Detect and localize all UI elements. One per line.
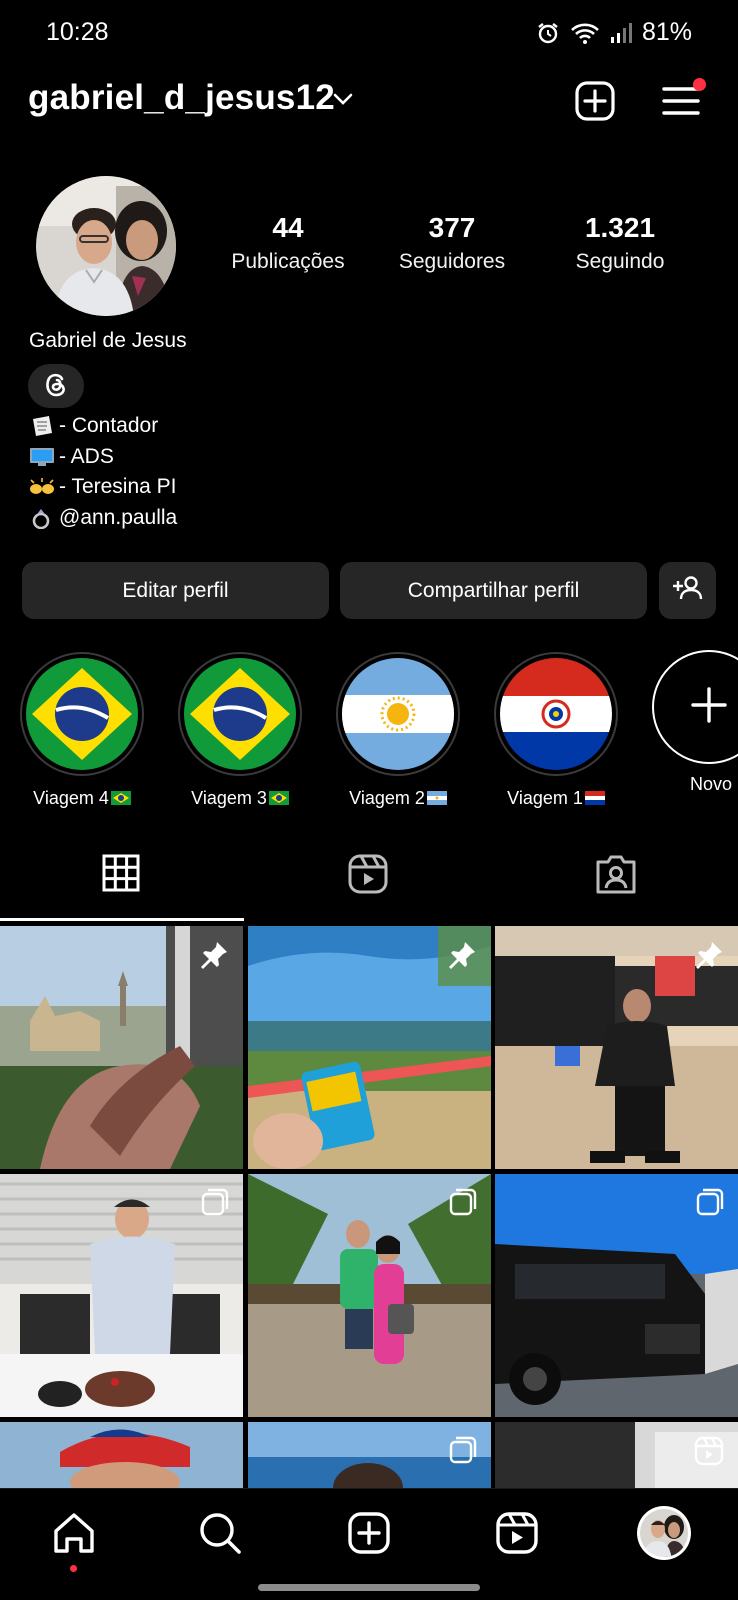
followers-count: 377 — [428, 212, 476, 243]
pin-icon — [199, 940, 229, 975]
profile-header: gabriel_d_jesus12 — [0, 72, 738, 128]
posts-label: Publicações — [231, 250, 345, 273]
highlight-label: Viagem 3 — [191, 788, 267, 808]
signal-icon — [610, 22, 632, 44]
receipt-emoji-icon — [29, 415, 55, 437]
brazil-flag-icon — [110, 789, 131, 805]
status-icons: 81% — [536, 18, 692, 47]
bio-line: - Teresina PI — [29, 472, 177, 503]
post-thumbnail[interactable] — [0, 1174, 243, 1417]
pin-icon — [447, 940, 477, 975]
highlight-viagem-4[interactable]: Viagem 4 — [18, 652, 146, 809]
chevron-down-icon[interactable] — [332, 88, 354, 115]
grid-icon[interactable] — [102, 854, 140, 897]
brazil-flag-icon — [268, 789, 289, 805]
tagged-icon[interactable] — [596, 854, 636, 899]
home-icon[interactable] — [52, 1511, 96, 1560]
threads-icon — [44, 371, 68, 402]
status-time: 10:28 — [46, 18, 109, 46]
brazil-flag-icon — [26, 658, 138, 770]
highlight-label: Viagem 4 — [33, 788, 109, 808]
paraguay-flag-icon — [500, 658, 612, 770]
reel-icon — [694, 1436, 724, 1471]
reels-nav-icon[interactable] — [495, 1511, 539, 1560]
highlight-viagem-2[interactable]: Viagem 2 — [334, 652, 462, 809]
home-notification-dot — [70, 1565, 77, 1572]
argentina-flag-icon — [342, 658, 454, 770]
post-thumbnail[interactable] — [0, 1422, 243, 1488]
username-switcher[interactable]: gabriel_d_jesus12 — [28, 78, 335, 118]
post-thumbnail[interactable] — [495, 1422, 738, 1488]
new-highlight-button[interactable]: Novo — [652, 650, 738, 795]
bio: - Contador - ADS - Teresina PI @ann.paul… — [29, 411, 177, 533]
create-post-button[interactable] — [574, 80, 616, 127]
post-thumbnail[interactable] — [248, 926, 491, 1169]
highlight-label: Viagem 2 — [349, 788, 425, 808]
carousel-icon — [696, 1188, 724, 1221]
edit-profile-button[interactable]: Editar perfil — [22, 562, 329, 619]
alarm-icon — [536, 21, 560, 45]
post-thumbnail[interactable] — [248, 1174, 491, 1417]
highlight-viagem-1[interactable]: Viagem 1 — [492, 652, 620, 809]
highlight-viagem-3[interactable]: Viagem 3 — [176, 652, 304, 809]
status-bar: 10:28 81% — [0, 0, 738, 64]
posts-stat[interactable]: 44 Publicações — [203, 212, 373, 274]
bio-line: @ann.paulla — [29, 503, 177, 534]
following-count: 1.321 — [584, 212, 656, 243]
full-name: Gabriel de Jesus — [29, 329, 187, 352]
post-thumbnail[interactable] — [495, 1174, 738, 1417]
search-icon[interactable] — [198, 1511, 242, 1560]
following-stat[interactable]: 1.321 Seguindo — [535, 212, 705, 274]
reels-icon[interactable] — [348, 854, 388, 899]
carousel-icon — [449, 1188, 477, 1221]
brazil-flag-icon — [184, 658, 296, 770]
followers-label: Seguidores — [398, 250, 506, 273]
profile-nav-avatar[interactable] — [636, 1505, 692, 1566]
post-thumbnail[interactable] — [0, 926, 243, 1169]
bio-line: - Contador — [29, 411, 177, 442]
create-icon[interactable] — [347, 1511, 391, 1560]
active-tab-indicator — [0, 918, 244, 921]
following-label: Seguindo — [575, 250, 665, 273]
followers-stat[interactable]: 377 Seguidores — [367, 212, 537, 274]
threads-link[interactable] — [28, 364, 84, 408]
computer-emoji-icon — [29, 446, 55, 468]
wifi-icon — [570, 21, 600, 45]
share-profile-button[interactable]: Compartilhar perfil — [340, 562, 647, 619]
highlight-label: Viagem 1 — [507, 788, 583, 808]
bio-line: - ADS — [29, 442, 177, 473]
ring-emoji-icon — [29, 507, 55, 530]
carousel-icon — [449, 1436, 477, 1469]
gesture-bar — [258, 1584, 480, 1591]
battery-level: 81% — [641, 18, 692, 46]
paraguay-flag-icon — [584, 789, 605, 805]
raised-hands-emoji-icon — [29, 476, 55, 498]
carousel-icon — [201, 1188, 229, 1221]
new-highlight-label: Novo — [690, 774, 733, 794]
post-thumbnail[interactable] — [248, 1422, 491, 1488]
post-thumbnail[interactable] — [495, 926, 738, 1169]
plus-icon — [691, 686, 727, 728]
notification-dot — [693, 78, 706, 91]
add-person-icon — [672, 575, 703, 607]
posts-count: 44 — [272, 212, 304, 243]
argentina-flag-icon — [426, 789, 447, 805]
pin-icon — [694, 940, 724, 975]
profile-avatar[interactable] — [36, 176, 176, 316]
discover-people-button[interactable] — [659, 562, 716, 619]
profile-tabs — [0, 840, 738, 920]
plus-circle — [652, 650, 738, 764]
